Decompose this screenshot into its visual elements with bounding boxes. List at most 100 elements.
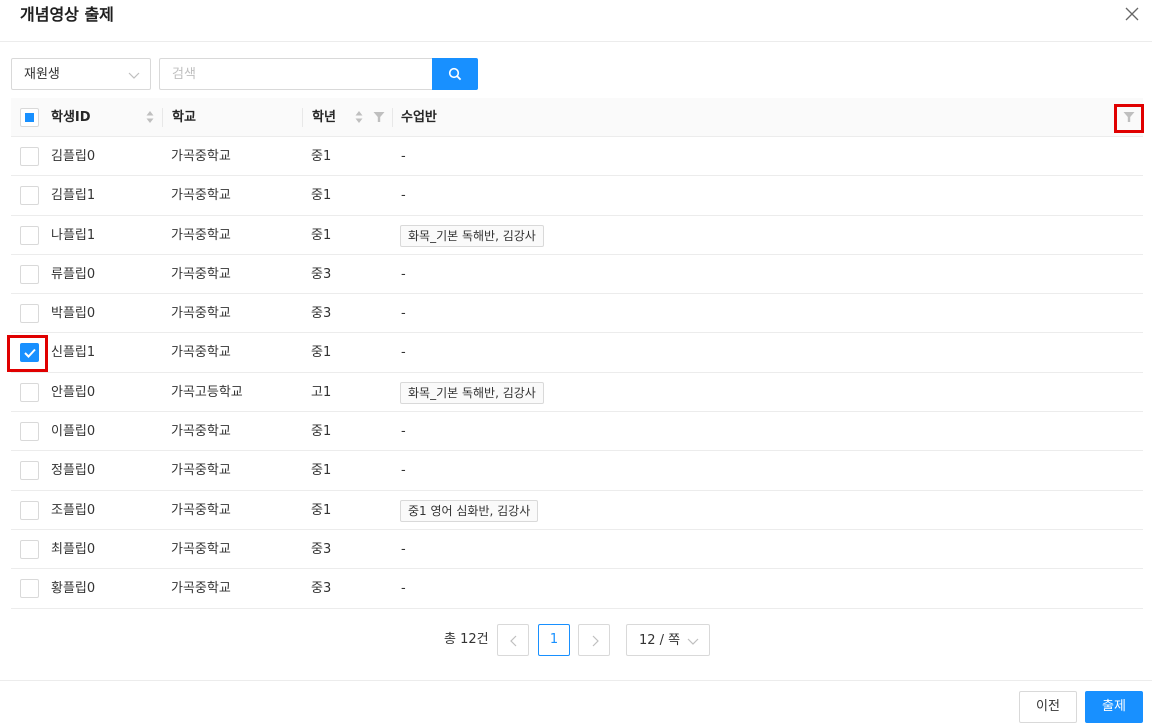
class-cell: - xyxy=(401,581,406,597)
class-cell: - xyxy=(401,541,406,557)
school-cell: 가곡중학교 xyxy=(171,581,231,597)
student-name-cell: 최플립0 xyxy=(51,541,96,557)
row-checkbox[interactable] xyxy=(20,422,39,442)
pagination: 총 12건 1 12 / 쪽 xyxy=(0,624,1152,656)
column-header-class: 수업반 xyxy=(401,110,437,125)
column-header-student-id[interactable]: 학생ID xyxy=(51,98,91,137)
row-checkbox[interactable] xyxy=(20,186,39,206)
school-cell: 가곡중학교 xyxy=(171,502,231,518)
page-size-value: 12 / 쪽 xyxy=(639,633,681,648)
class-tag: 중1 영어 심화반, 김강사 xyxy=(400,499,539,522)
table-row[interactable]: 나플립1 가곡중학교 중1 화목_기본 독해반, 김강사 xyxy=(11,216,1143,255)
prev-button[interactable]: 이전 xyxy=(1019,691,1077,723)
column-header-school: 학교 xyxy=(172,110,196,125)
chevron-down-icon xyxy=(128,72,140,79)
table-row[interactable]: 조플립0 가곡중학교 중1 중1 영어 심화반, 김강사 xyxy=(11,491,1143,530)
search-icon xyxy=(448,67,462,81)
chevron-down-icon xyxy=(687,638,699,645)
page-button-1[interactable]: 1 xyxy=(538,624,570,656)
grade-cell: 중1 xyxy=(311,149,332,164)
class-cell: - xyxy=(401,306,406,322)
class-cell: - xyxy=(401,188,406,204)
student-name-cell: 박플립0 xyxy=(51,306,96,322)
school-cell: 가곡중학교 xyxy=(171,306,231,322)
grade-cell: 중1 xyxy=(311,463,332,479)
table-row[interactable]: 이플립0 가곡중학교 중1 - xyxy=(11,412,1143,452)
row-checkbox[interactable] xyxy=(20,500,39,520)
table-row[interactable]: 류플립0 가곡중학교 중3 - xyxy=(11,255,1143,295)
student-name-cell: 김플립1 xyxy=(51,188,96,204)
table-row[interactable]: 안플립0 가곡고등학교 고1 화목_기본 독해반, 김강사 xyxy=(11,373,1143,413)
close-icon xyxy=(1125,7,1139,21)
row-checkbox[interactable] xyxy=(20,539,39,559)
school-cell: 가곡중학교 xyxy=(171,424,231,440)
student-name-cell: 신플립1 xyxy=(51,345,96,361)
student-name-cell: 안플립0 xyxy=(51,384,96,400)
school-cell: 가곡중학교 xyxy=(171,266,231,282)
grade-cell: 중1 xyxy=(311,227,332,243)
filter-icon[interactable] xyxy=(373,111,385,123)
search-button[interactable] xyxy=(432,58,478,90)
school-cell: 가곡중학교 xyxy=(171,345,231,361)
modal-footer: 이전 출제 xyxy=(0,680,1152,728)
row-checkbox[interactable] xyxy=(20,304,39,324)
grade-cell: 중3 xyxy=(311,581,332,597)
table-row[interactable]: 김플립1 가곡중학교 중1 - xyxy=(11,176,1143,216)
close-button[interactable] xyxy=(1124,6,1140,22)
table-row[interactable]: 정플립0 가곡중학교 중1 - xyxy=(11,451,1143,491)
table-row[interactable]: 박플립0 가곡중학교 중3 - xyxy=(11,294,1143,334)
sort-icon[interactable] xyxy=(354,110,364,124)
table-row[interactable]: 황플립0 가곡중학교 중3 - xyxy=(11,569,1143,609)
table-row[interactable]: 신플립1 가곡중학교 중1 - xyxy=(11,333,1143,373)
grade-cell: 중3 xyxy=(311,266,332,282)
grade-cell: 중1 xyxy=(311,188,332,204)
school-cell: 가곡중학교 xyxy=(171,463,231,479)
table-header: 학생ID 학교 학년 수업반 xyxy=(11,98,1143,137)
school-cell: 가곡중학교 xyxy=(171,227,231,243)
row-checkbox[interactable] xyxy=(20,461,39,481)
row-checkbox[interactable] xyxy=(20,382,39,402)
student-status-select-value: 재원생 xyxy=(24,67,60,82)
select-all-checkbox[interactable] xyxy=(20,108,39,127)
row-checkbox[interactable] xyxy=(20,579,39,599)
class-cell: - xyxy=(401,149,406,164)
modal-title: 개념영상 출제 xyxy=(20,5,114,24)
column-separator xyxy=(162,108,163,127)
student-status-select[interactable]: 재원생 xyxy=(11,58,151,90)
student-name-cell: 이플립0 xyxy=(51,424,96,440)
modal-header: 개념영상 출제 xyxy=(0,0,1152,42)
chevron-left-icon xyxy=(510,635,517,647)
student-table: 학생ID 학교 학년 수업반 김플립0 가곡중학교 중1- 김플립1 가곡중학교 중1- 나… xyxy=(11,98,1143,609)
chevron-right-icon xyxy=(592,635,599,647)
row-checkbox[interactable] xyxy=(20,343,39,363)
student-name-cell: 정플립0 xyxy=(51,463,96,479)
row-checkbox[interactable] xyxy=(20,225,39,245)
table-body: 김플립0 가곡중학교 중1- 김플립1 가곡중학교 중1- 나플립1 가곡중학교 중1 화목_기본… xyxy=(11,137,1143,609)
table-row[interactable]: 최플립0 가곡중학교 중3 - xyxy=(11,530,1143,570)
prev-page-button[interactable] xyxy=(497,624,529,656)
class-cell: - xyxy=(401,424,406,440)
table-row[interactable]: 김플립0 가곡중학교 중1 - xyxy=(11,137,1143,177)
next-page-button[interactable] xyxy=(578,624,610,656)
search-input[interactable] xyxy=(159,58,432,90)
check-icon xyxy=(24,349,36,359)
column-separator xyxy=(302,108,303,127)
grade-cell: 중3 xyxy=(311,541,332,557)
page-size-select[interactable]: 12 / 쪽 xyxy=(626,624,710,656)
row-checkbox[interactable] xyxy=(20,264,39,284)
student-name-cell: 황플립0 xyxy=(51,581,96,597)
grade-cell: 중1 xyxy=(311,345,332,361)
class-cell: - xyxy=(401,266,406,282)
submit-button[interactable]: 출제 xyxy=(1085,691,1143,723)
class-tag: 화목_기본 독해반, 김강사 xyxy=(400,381,544,404)
column-header-grade[interactable]: 학년 xyxy=(312,98,336,137)
school-cell: 가곡중학교 xyxy=(171,149,231,164)
filter-icon[interactable] xyxy=(1123,111,1135,123)
column-separator xyxy=(392,108,393,127)
student-name-cell: 나플립1 xyxy=(51,227,96,243)
grade-cell: 중1 xyxy=(311,424,332,440)
grade-cell: 중3 xyxy=(311,306,332,322)
row-checkbox[interactable] xyxy=(20,147,39,166)
student-name-cell: 조플립0 xyxy=(51,502,96,518)
sort-icon[interactable] xyxy=(145,110,155,124)
